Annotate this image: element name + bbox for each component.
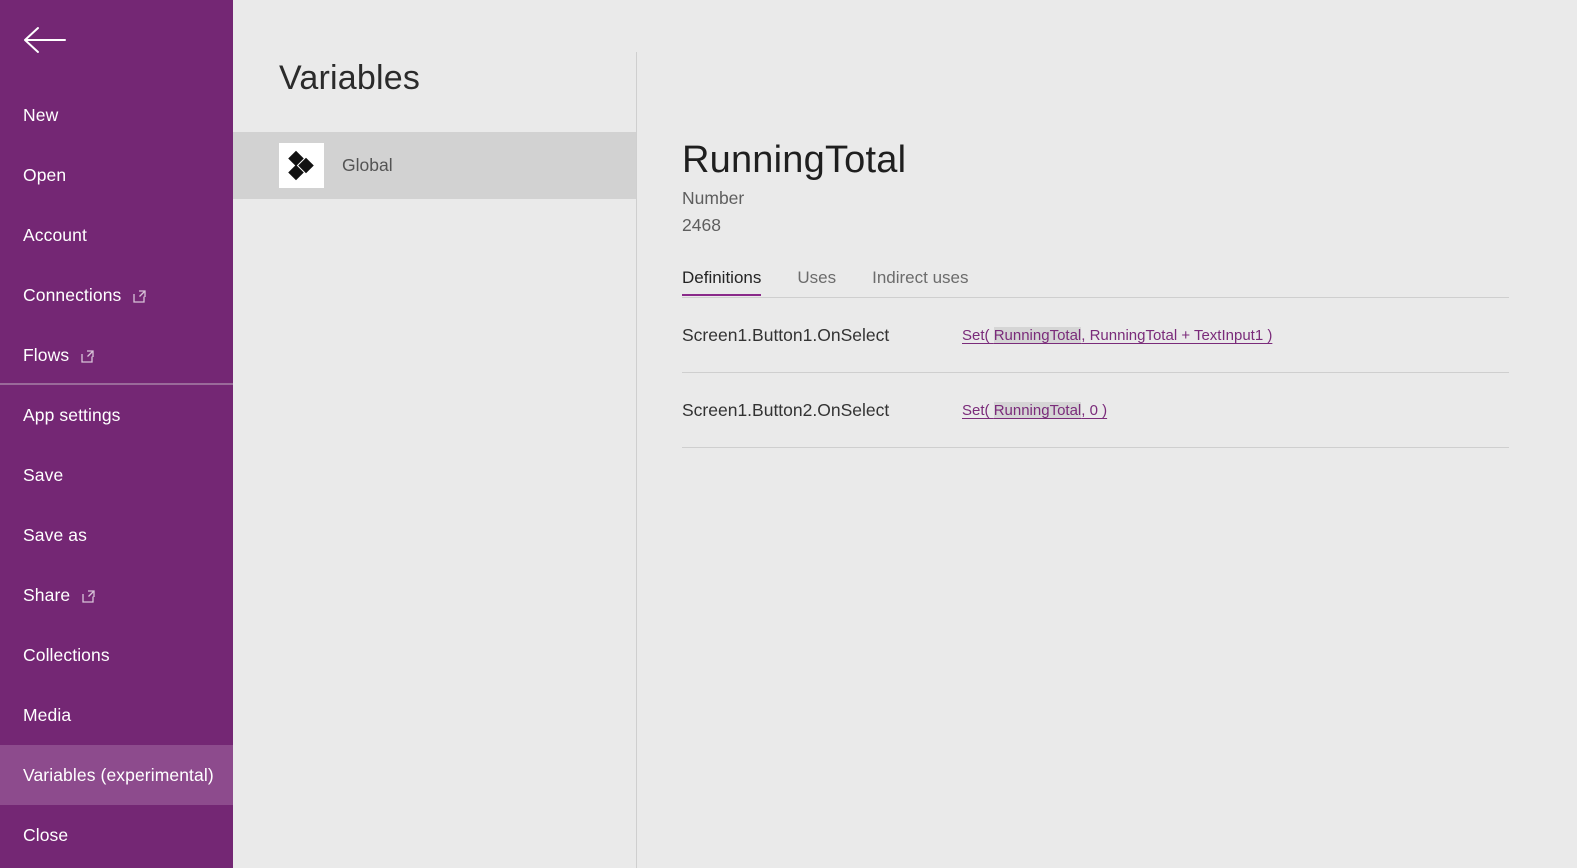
formula-prefix: Set( (962, 327, 994, 344)
sidebar-item-account[interactable]: Account (0, 205, 233, 265)
definition-property: Screen1.Button1.OnSelect (682, 325, 890, 345)
tab-uses[interactable]: Uses (797, 268, 836, 296)
sidebar-item-flows[interactable]: Flows (0, 325, 233, 385)
formula-variable-highlight: RunningTotal (993, 402, 1082, 419)
variable-name-heading: RunningTotal (682, 139, 907, 181)
sidebar-nav-list: New Open Account Connections Flows App settin… (0, 85, 233, 865)
sidebar-item-label: New (23, 104, 59, 125)
definitions-table: Screen1.Button1.OnSelect Set( RunningTota… (682, 298, 1509, 448)
back-button[interactable] (0, 0, 233, 80)
sidebar-item-variables-experimental[interactable]: Variables (experimental) (0, 745, 233, 805)
page-title: Variables (279, 59, 421, 97)
detail-tabs: Definitions Uses Indirect uses (682, 268, 1005, 296)
app-window: New Open Account Connections Flows App settin… (0, 0, 1577, 868)
variables-list-pane: Variables Global (233, 0, 637, 868)
sidebar-item-app-settings[interactable]: App settings (0, 385, 233, 445)
sidebar-item-media[interactable]: Media (0, 685, 233, 745)
sidebar-item-new[interactable]: New (0, 85, 233, 145)
definition-formula-link[interactable]: Set( RunningTotal, RunningTotal + TextIn… (962, 327, 1272, 344)
sidebar-item-label: Save as (23, 524, 87, 545)
variables-scope-list: Global (233, 132, 637, 199)
external-link-icon (82, 589, 95, 603)
formula-suffix: , RunningTotal + TextInput1 ) (1081, 327, 1273, 344)
tab-indirect-uses[interactable]: Indirect uses (872, 268, 968, 296)
tab-definitions[interactable]: Definitions (682, 268, 762, 296)
variable-current-value: 2468 (682, 215, 721, 235)
sidebar-item-label: Share (23, 584, 71, 605)
formula-variable-highlight: RunningTotal (993, 327, 1082, 344)
sidebar-item-label: Flows (23, 344, 70, 365)
variable-type: Number (682, 188, 745, 208)
sidebar-item-save[interactable]: Save (0, 445, 233, 505)
list-item-global[interactable]: Global (233, 132, 637, 199)
external-link-icon (81, 349, 94, 363)
sidebar-item-label: Close (23, 824, 69, 845)
formula-prefix: Set( (962, 402, 994, 419)
app-menu-sidebar: New Open Account Connections Flows App settin… (0, 0, 233, 868)
sidebar-item-label: App settings (23, 404, 121, 425)
sidebar-item-label: Open (23, 164, 67, 185)
list-item-label: Global (342, 155, 393, 175)
global-variable-icon (279, 143, 324, 188)
sidebar-item-label: Connections (23, 284, 122, 305)
sidebar-item-label: Account (23, 224, 87, 245)
formula-suffix: , 0 ) (1081, 402, 1108, 419)
sidebar-item-label: Variables (experimental) (23, 764, 214, 785)
sidebar-item-label: Collections (23, 644, 110, 665)
table-row: Screen1.Button1.OnSelect Set( RunningTota… (682, 298, 1509, 373)
sidebar-item-share[interactable]: Share (0, 565, 233, 625)
external-link-icon (133, 289, 147, 303)
definition-property: Screen1.Button2.OnSelect (682, 400, 890, 420)
table-row: Screen1.Button2.OnSelect Set( RunningTota… (682, 373, 1509, 448)
back-arrow-icon (24, 27, 66, 53)
definition-formula-link[interactable]: Set( RunningTotal, 0 ) (962, 402, 1107, 419)
variable-detail-pane: RunningTotal Number 2468 Definitions Uses… (638, 0, 1577, 868)
sidebar-item-label: Media (23, 704, 72, 725)
sidebar-item-connections[interactable]: Connections (0, 265, 233, 325)
sidebar-item-save-as[interactable]: Save as (0, 505, 233, 565)
sidebar-item-collections[interactable]: Collections (0, 625, 233, 685)
sidebar-item-close[interactable]: Close (0, 805, 233, 865)
sidebar-item-open[interactable]: Open (0, 145, 233, 205)
sidebar-item-label: Save (23, 464, 64, 485)
